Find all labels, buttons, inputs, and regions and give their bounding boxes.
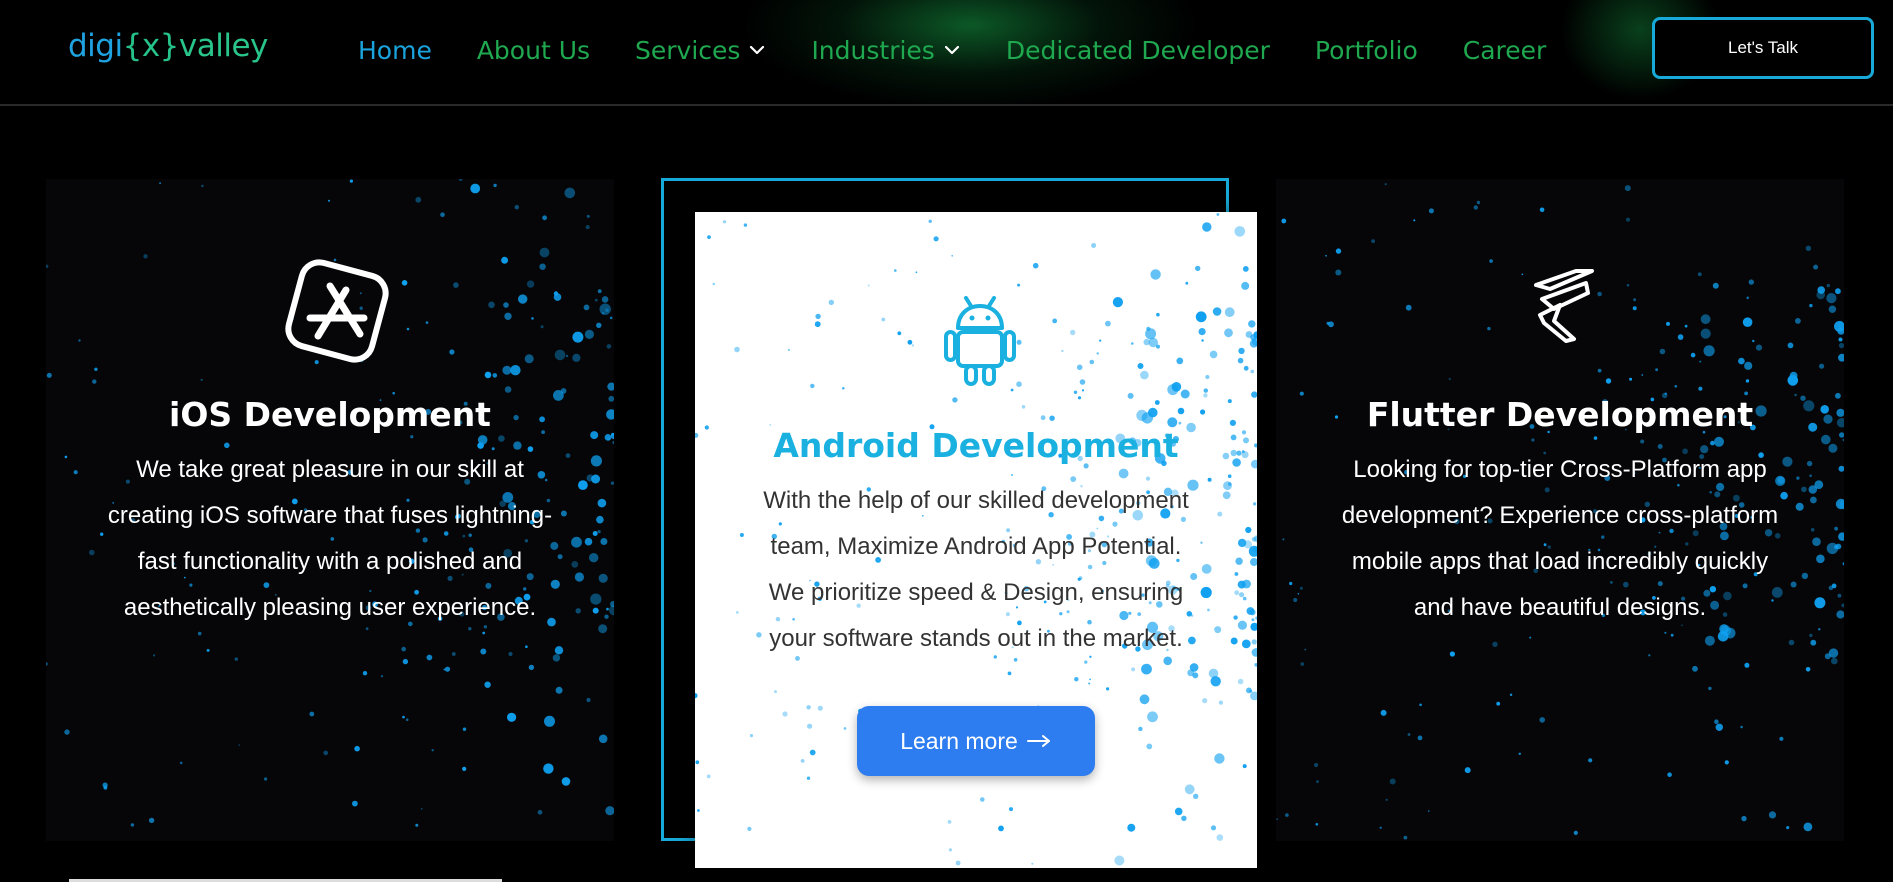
logo-part-2: {x} [122,28,180,64]
app-store-icon [285,259,389,363]
nav-industries-label: Industries [811,35,935,65]
logo-part-1: digi [68,28,123,64]
flutter-icon [1534,269,1594,343]
lets-talk-button[interactable]: Let's Talk [1652,17,1874,79]
ios-card-description: We take great pleasure in our skill at c… [66,447,594,631]
description-line: creating iOS software that fuses lightni… [107,502,553,529]
nav-home-label: Home [358,35,432,65]
ios-card-title: iOS Development [169,395,491,434]
learn-more-button[interactable]: Learn more [857,706,1095,776]
flutter-card[interactable]: Flutter Development Looking for top-tier… [1276,179,1844,841]
description-line: mobile apps that load incredibly quickly [1351,548,1769,575]
nav-about-us-label: About Us [476,35,591,65]
main-nav: Home About Us Services Industries Dedica… [358,30,1591,70]
description-line: We prioritize speed & Design, ensuring [768,579,1184,606]
chevron-down-icon [944,45,959,55]
nav-home[interactable]: Home [358,36,432,65]
description-line: With the help of our skilled development [763,487,1189,514]
nav-industries[interactable]: Industries [811,36,960,65]
logo-part-3: valley [178,28,269,64]
learn-more-label: Learn more [900,727,1018,754]
logo[interactable]: digi{x}valley [68,28,268,64]
nav-dedicated-developer[interactable]: Dedicated Developer [1006,36,1270,65]
nav-portfolio[interactable]: Portfolio [1315,36,1418,65]
nav-services[interactable]: Services [635,36,766,65]
android-card-content: Android Development With the help of our… [695,212,1257,868]
nav-career[interactable]: Career [1463,36,1547,65]
description-line: We take great pleasure in our skill at [136,456,524,483]
nav-dedicated-developer-label: Dedicated Developer [1005,35,1270,65]
flutter-card-title: Flutter Development [1366,395,1754,434]
description-line: and have beautiful designs. [1413,594,1707,621]
nav-career-label: Career [1462,35,1547,65]
description-line: your software stands out in the market. [769,625,1183,652]
description-line: development? Experience cross-platform [1341,502,1779,529]
description-line: aesthetically pleasing user experience. [123,594,537,621]
android-card-description: With the help of our skilled development… [715,478,1237,662]
android-card[interactable]: Android Development With the help of our… [695,212,1257,868]
ios-card[interactable]: iOS Development We take great pleasure i… [46,179,614,841]
description-line: Looking for top-tier Cross-Platform app [1353,456,1767,483]
nav-portfolio-label: Portfolio [1314,35,1418,65]
nav-services-label: Services [635,35,741,65]
flutter-card-description: Looking for top-tier Cross-Platform app … [1296,447,1824,631]
ios-card-content: iOS Development We take great pleasure i… [46,179,614,841]
chevron-down-icon [750,45,765,55]
site-header: digi{x}valley Home About Us Services Ind… [0,0,1893,106]
nav-about-us[interactable]: About Us [477,36,590,65]
description-line: team, Maximize Android App Potential. [770,533,1182,560]
flutter-card-content: Flutter Development Looking for top-tier… [1276,179,1844,841]
description-line: fast functionality with a polished and [137,548,523,575]
arrow-right-icon [1026,735,1050,747]
android-icon [944,296,1016,386]
android-card-title: Android Development [773,426,1179,465]
